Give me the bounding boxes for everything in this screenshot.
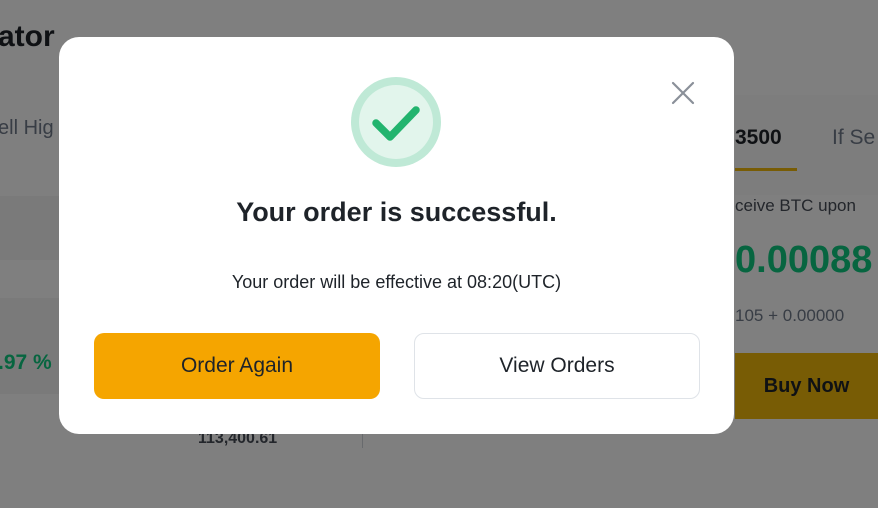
close-button[interactable] <box>667 77 699 109</box>
success-modal: Your order is successful. Your order wil… <box>59 37 734 434</box>
close-icon <box>671 81 695 105</box>
order-again-button[interactable]: Order Again <box>94 333 380 399</box>
check-circle-icon <box>351 77 441 167</box>
modal-title: Your order is successful. <box>236 197 557 227</box>
view-orders-button[interactable]: View Orders <box>414 333 700 399</box>
modal-message: Your order will be effective at 08:20(UT… <box>231 272 562 292</box>
